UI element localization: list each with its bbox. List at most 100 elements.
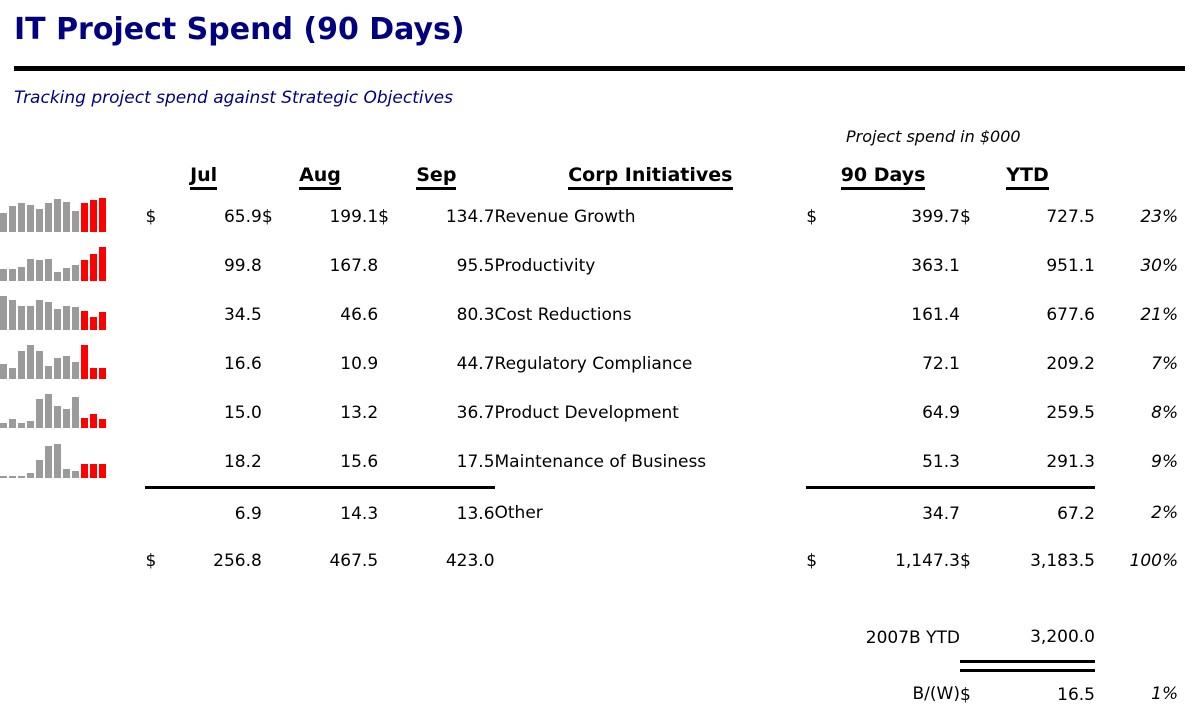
sparkline-bar — [0, 423, 7, 428]
sparkline-bar — [99, 198, 106, 232]
sparkline-bar — [54, 309, 61, 330]
header-sep: Sep — [378, 150, 494, 192]
cell-sep: 44.7 — [456, 353, 495, 374]
cell-pct: 2% — [1151, 502, 1179, 523]
cell-sep: 95.5 — [456, 255, 495, 276]
cell-aug: 10.9 — [340, 353, 379, 374]
sparkline-bar — [0, 213, 7, 232]
sparkline-bar — [18, 267, 25, 281]
sparkline-bar — [36, 459, 43, 478]
table-header-row: Jul Aug Sep Corp Initiatives 90 Days YTD — [0, 150, 1199, 192]
cell-90days: 363.1 — [911, 255, 960, 276]
table-row: 6.9 14.3 13.6 Other 34.7 67.2 2% — [0, 486, 1199, 538]
total-pct: 100% — [1129, 551, 1179, 571]
cell-pad — [1178, 290, 1199, 339]
total-90days-currency: $ — [806, 551, 818, 571]
cell-jul-currency — [145, 437, 172, 488]
budget-currency-blank — [960, 614, 991, 662]
sparkline-bar — [54, 358, 61, 379]
cell-sep-currency — [378, 290, 405, 339]
sparkline-bar — [90, 414, 97, 428]
sparkline-bar — [63, 468, 70, 478]
sparkline-bar — [90, 200, 97, 232]
table-spacer-row — [0, 584, 1199, 614]
cell-ytd: 677.6 — [1046, 304, 1095, 325]
sparkline-bar — [81, 345, 88, 379]
cell-90days-currency — [806, 486, 844, 538]
sparkline-bar — [99, 312, 106, 330]
sparkline-bar — [0, 269, 7, 281]
cell-sep-currency — [378, 241, 405, 290]
sparkline-bar — [90, 368, 97, 379]
cell-jul-currency: $ — [145, 206, 157, 227]
sparkline-bar — [27, 259, 34, 281]
cell-jul: 18.2 — [223, 451, 262, 472]
sparkline — [0, 442, 112, 478]
sparkline — [0, 196, 112, 232]
sparkline-bar — [9, 368, 16, 379]
spend-table-container: Jul Aug Sep Corp Initiatives 90 Days YTD… — [0, 150, 1199, 718]
cell-aug: 199.1 — [329, 206, 379, 227]
cell-90days-currency — [806, 437, 843, 488]
total-initiative-blank — [495, 538, 807, 584]
cell-pct: 7% — [1151, 353, 1179, 374]
sparkline-bar — [99, 419, 106, 428]
table-total-row: $256.8 467.5 423.0 $1,147.3 $3,183.5 100% — [0, 538, 1199, 584]
sparkline-bar — [72, 397, 79, 428]
cell-jul: 15.0 — [223, 402, 262, 423]
sparkline-bar — [99, 368, 106, 379]
row-sparkline-cell — [0, 290, 145, 339]
sparkline — [0, 294, 112, 330]
cell-aug-currency — [262, 290, 289, 339]
sparkline-bar — [36, 300, 43, 330]
cell-initiative: Cost Reductions — [494, 304, 632, 325]
cell-sep: 36.7 — [456, 402, 495, 423]
cell-pad — [1178, 241, 1199, 290]
table-row: 18.2 15.6 17.5 Maintenance of Business 51.3 2… — [0, 437, 1199, 488]
sparkline-bar — [63, 202, 70, 232]
header-90days: 90 Days — [806, 150, 960, 192]
variance-currency: $ — [959, 685, 971, 705]
budget-double-rule — [959, 660, 1095, 672]
sparkline-bar — [0, 364, 7, 379]
sparkline-bar — [36, 351, 43, 379]
budget-blank — [0, 614, 806, 662]
header-aug: Aug — [262, 150, 378, 192]
sparkline-bar — [72, 307, 79, 330]
row-sparkline-cell — [0, 241, 145, 290]
sparkline-bar — [72, 362, 79, 379]
cell-sep-currency — [378, 388, 405, 437]
cell-initiative: Regulatory Compliance — [494, 353, 693, 374]
cell-90days: 72.1 — [922, 353, 960, 374]
sparkline-bar — [27, 205, 34, 232]
cell-jul-currency — [145, 241, 172, 290]
sparkline-bar — [54, 199, 61, 232]
cell-pct: 9% — [1151, 452, 1179, 473]
cell-jul-currency — [145, 486, 173, 538]
sparkline-bar — [18, 203, 25, 232]
table-row: 34.5 46.6 80.3 Cost Reductions 161.4 677.6 21% — [0, 290, 1199, 339]
total-aug: 467.5 — [329, 551, 379, 571]
header-sparkline-spacer — [0, 150, 145, 192]
sparkline-bar — [81, 260, 88, 281]
sparkline-bar — [99, 247, 106, 281]
total-ytd-currency: $ — [959, 551, 971, 571]
sparkline-bar — [9, 206, 16, 232]
cell-aug: 13.2 — [340, 402, 379, 423]
cell-pad — [1178, 388, 1199, 437]
cell-ytd: 727.5 — [1046, 206, 1095, 227]
sparkline-bar — [90, 254, 97, 281]
dbl-blank-left — [0, 662, 960, 671]
page-subtitle: Tracking project spend against Strategic… — [14, 88, 453, 108]
total-sep: 423.0 — [445, 551, 495, 571]
cell-90days: 161.4 — [911, 304, 960, 325]
cell-pad — [1178, 192, 1199, 241]
total-ytd: 3,183.5 — [1030, 551, 1095, 571]
row-sparkline-cell — [0, 339, 145, 388]
cell-sep-currency — [378, 486, 406, 538]
sparkline-bar — [63, 268, 70, 281]
spacer-cell — [0, 584, 1199, 614]
sparkline-bar — [9, 269, 16, 281]
cell-pad — [1178, 437, 1199, 488]
sparkline-bar — [9, 475, 16, 478]
